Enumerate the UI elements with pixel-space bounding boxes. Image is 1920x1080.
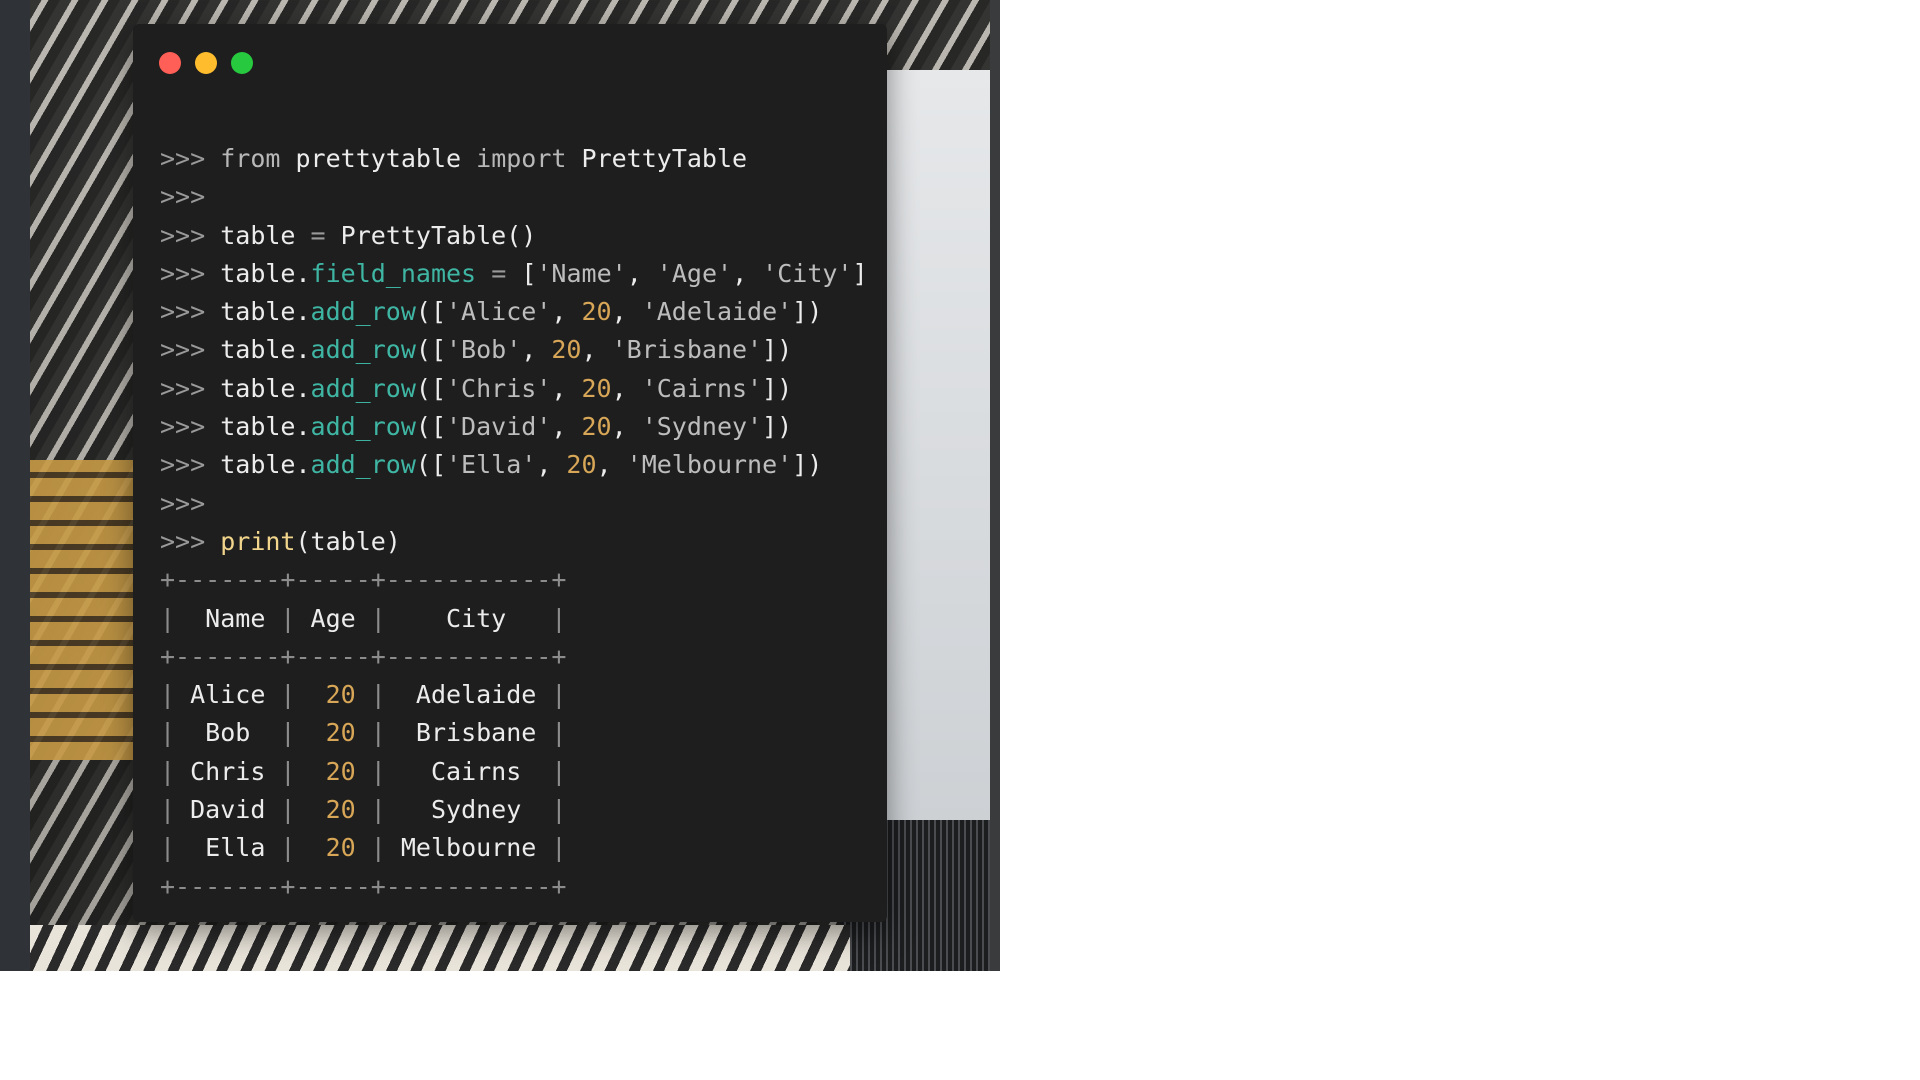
building-facade-band xyxy=(30,925,850,971)
table-row: | David | 20 | Sydney | xyxy=(160,795,567,825)
table-header-row: | Name | Age | City | xyxy=(160,603,567,633)
table-border-header: +-------+-----+-----------+ xyxy=(160,641,567,671)
close-button[interactable] xyxy=(159,52,181,74)
code-line-create: >>> table = PrettyTable() xyxy=(160,220,537,250)
code-line-add-row: >>> table.add_row(['Bob', 20, 'Brisbane'… xyxy=(160,335,793,365)
code-line-print: >>> print(table) xyxy=(160,526,401,556)
table-border-top: +-------+-----+-----------+ xyxy=(160,565,567,595)
code-line-add-row: >>> table.add_row(['Alice', 20, 'Adelaid… xyxy=(160,297,823,327)
code-line-empty-2: >>> xyxy=(160,488,206,518)
right-edge-frame xyxy=(990,0,1000,971)
maximize-button[interactable] xyxy=(231,52,253,74)
code-line-import: >>> from prettytable import PrettyTable xyxy=(160,144,748,173)
code-line-field-names: >>> table.field_names = ['Name', 'Age', … xyxy=(160,258,868,288)
table-row: | Chris | 20 | Cairns | xyxy=(160,756,567,786)
table-row: | Bob | 20 | Brisbane | xyxy=(160,718,567,748)
terminal-window: >>> from prettytable import PrettyTable >… xyxy=(133,24,887,922)
terminal-output: >>> from prettytable import PrettyTable >… xyxy=(160,140,868,906)
code-line-add-row: >>> table.add_row(['Chris', 20, 'Cairns'… xyxy=(160,373,793,403)
table-border-bottom: +-------+-----+-----------+ xyxy=(160,871,567,901)
lit-building-windows xyxy=(30,460,135,760)
window-controls xyxy=(159,52,253,74)
left-edge-strip xyxy=(0,0,30,971)
code-line-empty-1: >>> xyxy=(160,182,206,212)
code-line-add-row: >>> table.add_row(['David', 20, 'Sydney'… xyxy=(160,412,793,442)
table-row: | Ella | 20 | Melbourne | xyxy=(160,833,567,863)
minimize-button[interactable] xyxy=(195,52,217,74)
table-row: | Alice | 20 | Adelaide | xyxy=(160,680,567,710)
code-line-add-row: >>> table.add_row(['Ella', 20, 'Melbourn… xyxy=(160,450,823,480)
